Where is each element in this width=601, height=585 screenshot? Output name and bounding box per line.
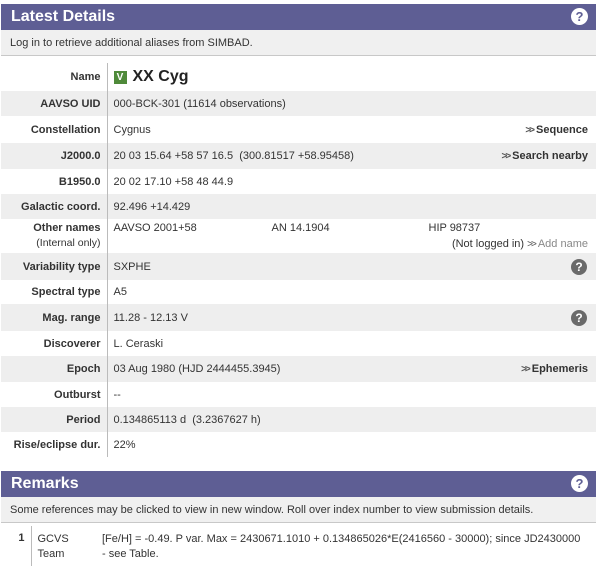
help-icon[interactable]: ? bbox=[571, 8, 588, 25]
row-j2000: J2000.0 20 03 15.64 +58 57 16.5 (300.815… bbox=[1, 143, 596, 169]
not-logged-in-note: (Not logged in) bbox=[451, 238, 525, 250]
row-name: Name V XX Cyg bbox=[1, 63, 596, 91]
variability-help-icon[interactable]: ? bbox=[571, 258, 587, 275]
label-variability-type: Variability type bbox=[1, 253, 108, 280]
label-rise-duration: Rise/eclipse dur. bbox=[1, 432, 108, 457]
label-spectral-type: Spectral type bbox=[1, 280, 108, 304]
row-variability-type: Variability type SXPHE ? bbox=[1, 253, 596, 280]
remarks-panel: Remarks ? Some references may be clicked… bbox=[1, 471, 596, 566]
remarks-table: 1 GCVS Team [Fe/H] = -0.49. P var. Max =… bbox=[1, 526, 596, 566]
label-internal-only: (Internal only) bbox=[36, 237, 101, 249]
remark-index[interactable]: 1 bbox=[1, 526, 32, 566]
row-spectral-type: Spectral type A5 bbox=[1, 280, 596, 304]
remarks-title: Remarks bbox=[11, 475, 79, 492]
label-other-names: Other names bbox=[33, 222, 101, 234]
row-uid: AAVSO UID 000-BCK-301 (11614 observation… bbox=[1, 91, 596, 116]
chevron-right-icon: >> bbox=[501, 151, 511, 162]
value-spectral-type: A5 bbox=[113, 286, 127, 298]
other-name-1: AAVSO 2001+58 bbox=[113, 222, 197, 234]
label-j2000: J2000.0 bbox=[1, 143, 108, 169]
ephemeris-link[interactable]: >> Ephemeris bbox=[521, 363, 588, 375]
details-table: Name V XX Cyg AAVSO UID 000-BCK-301 (1161… bbox=[1, 63, 596, 457]
value-discoverer: L. Ceraski bbox=[113, 337, 164, 350]
chevron-right-icon: >> bbox=[527, 239, 537, 250]
label-b1950: B1950.0 bbox=[1, 169, 108, 194]
help-icon[interactable]: ? bbox=[571, 475, 588, 492]
row-mag-range: Mag. range 11.28 - 12.13 V ? bbox=[1, 304, 596, 331]
label-discoverer: Discoverer bbox=[1, 331, 108, 356]
label-period: Period bbox=[1, 407, 108, 432]
row-outburst: Outburst -- bbox=[1, 382, 596, 407]
sequence-link-label: Sequence bbox=[536, 123, 588, 136]
search-nearby-label: Search nearby bbox=[512, 150, 588, 162]
label-outburst: Outburst bbox=[1, 382, 108, 407]
latest-details-panel: Latest Details ? Log in to retrieve addi… bbox=[1, 4, 596, 457]
value-constellation: Cygnus bbox=[113, 123, 151, 136]
chevron-right-icon: >> bbox=[521, 364, 531, 375]
star-name: XX Cyg bbox=[132, 68, 189, 85]
row-epoch: Epoch 03 Aug 1980 (HJD 2444455.3945) >> E… bbox=[1, 356, 596, 382]
ephemeris-label: Ephemeris bbox=[531, 363, 588, 375]
value-epoch: 03 Aug 1980 (HJD 2444455.3945) bbox=[113, 363, 281, 375]
label-constellation: Constellation bbox=[1, 116, 108, 143]
row-rise-duration: Rise/eclipse dur. 22% bbox=[1, 432, 596, 457]
value-uid: 000-BCK-301 (11614 observations) bbox=[107, 91, 596, 116]
remark-text: [Fe/H] = -0.49. P var. Max = 2430671.101… bbox=[102, 533, 581, 560]
row-b1950: B1950.0 20 02 17.10 +58 48 44.9 bbox=[1, 169, 596, 194]
search-nearby-link[interactable]: >> Search nearby bbox=[501, 150, 588, 162]
remark-source-line2: Team bbox=[37, 548, 65, 560]
variable-badge-icon: V bbox=[113, 70, 127, 84]
latest-details-title: Latest Details bbox=[11, 8, 116, 25]
add-name-link: >> Add name bbox=[527, 238, 588, 250]
remarks-note: Some references may be clicked to view i… bbox=[1, 497, 596, 523]
row-galactic: Galactic coord. 92.496 +14.429 bbox=[1, 194, 596, 219]
remark-row: 1 GCVS Team [Fe/H] = -0.49. P var. Max =… bbox=[1, 526, 596, 566]
label-name: Name bbox=[1, 63, 108, 91]
mag-range-help-icon[interactable]: ? bbox=[571, 309, 587, 326]
row-discoverer: Discoverer L. Ceraski bbox=[1, 331, 596, 356]
row-period: Period 0.134865113 d (3.2367627 h) bbox=[1, 407, 596, 432]
remark-source-line1: GCVS bbox=[37, 533, 69, 545]
other-name-2: AN 14.1904 bbox=[271, 222, 330, 234]
add-name-label: Add name bbox=[537, 238, 588, 250]
value-galactic: 92.496 +14.429 bbox=[107, 194, 596, 219]
remarks-header: Remarks ? bbox=[1, 471, 596, 497]
value-variability-type: SXPHE bbox=[113, 260, 151, 273]
simbad-login-note: Log in to retrieve additional aliases fr… bbox=[1, 30, 596, 56]
row-other-names: Other names (Internal only) AAVSO 2001+5… bbox=[1, 219, 596, 253]
value-b1950: 20 02 17.10 +58 48 44.9 bbox=[113, 175, 234, 188]
label-uid: AAVSO UID bbox=[1, 91, 108, 116]
row-constellation: Constellation Cygnus >> Sequence bbox=[1, 116, 596, 143]
chevron-right-icon: >> bbox=[525, 124, 535, 136]
sequence-link[interactable]: >> Sequence bbox=[525, 124, 588, 136]
value-mag-range: 11.28 - 12.13 V bbox=[113, 311, 188, 324]
value-outburst: -- bbox=[113, 388, 121, 401]
value-j2000: 20 03 15.64 +58 57 16.5 (300.81517 +58.9… bbox=[113, 150, 354, 162]
value-period: 0.134865113 d (3.2367627 h) bbox=[107, 407, 596, 432]
label-epoch: Epoch bbox=[1, 356, 108, 382]
other-name-3: HIP 98737 bbox=[428, 222, 481, 234]
label-galactic: Galactic coord. bbox=[1, 194, 108, 219]
value-rise-duration: 22% bbox=[113, 438, 136, 451]
label-mag-range: Mag. range bbox=[1, 304, 108, 331]
latest-details-header: Latest Details ? bbox=[1, 4, 596, 30]
